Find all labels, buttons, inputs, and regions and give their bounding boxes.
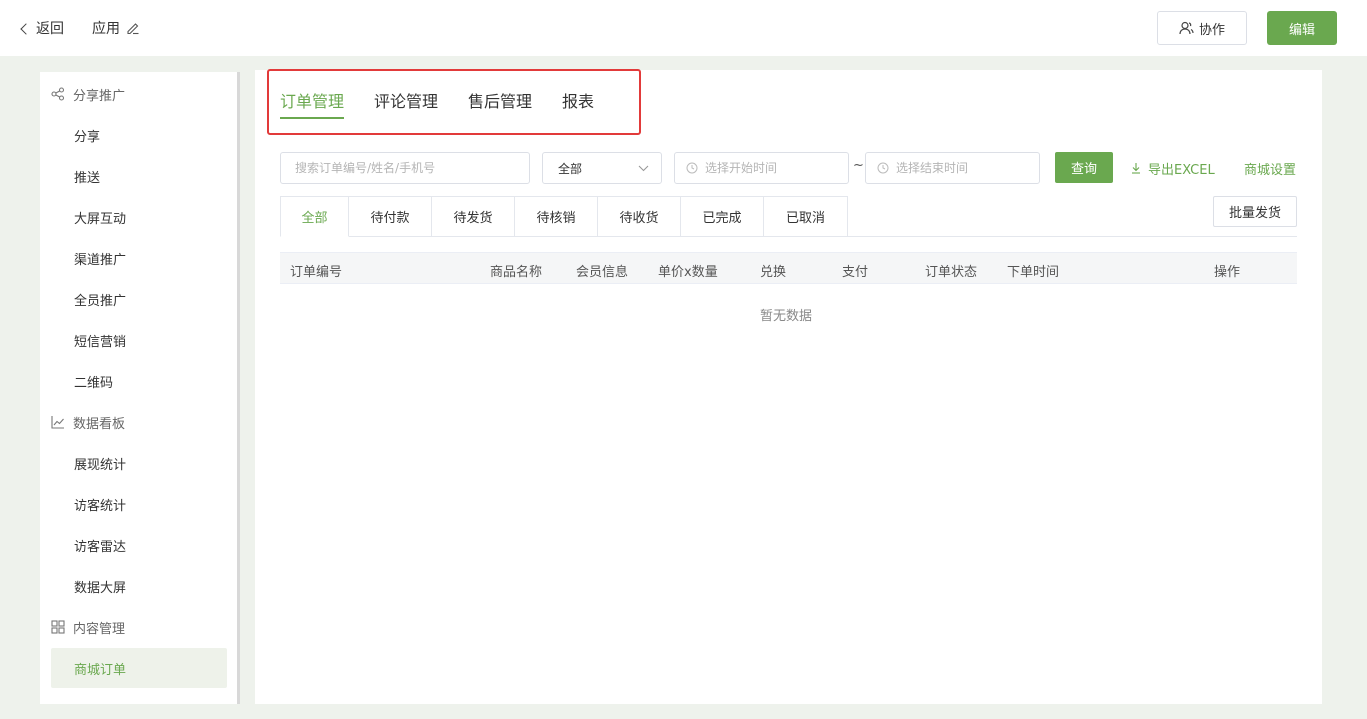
share-icon — [51, 87, 65, 101]
status-tab-label: 全部 — [301, 211, 328, 226]
export-excel-link[interactable]: 导出EXCEL — [1130, 159, 1215, 178]
chevron-down-icon — [638, 165, 649, 171]
status-tab-cancelled[interactable]: 已取消 — [764, 196, 848, 237]
tabs-highlight-box — [267, 69, 641, 135]
sidebar-item-channel-promo[interactable]: 渠道推广 — [51, 238, 227, 278]
collab-label: 协作 — [1198, 22, 1225, 38]
sidebar-group-label: 数据看板 — [73, 416, 126, 432]
status-select-value: 全部 — [558, 161, 583, 176]
status-tab-label: 已取消 — [785, 211, 825, 226]
top-bar: 返回 应用 协作 编辑 — [0, 0, 1367, 56]
status-select[interactable]: 全部 — [542, 152, 662, 184]
column-header: 单价x数量 — [658, 265, 718, 280]
status-tabs: 全部 待付款 待发货 待核销 待收货 已完成 已取消 — [280, 196, 848, 237]
shop-settings-label: 商城设置 — [1244, 163, 1297, 178]
status-tabs-divider — [848, 236, 1297, 237]
clock-icon — [686, 162, 698, 174]
sidebar-item-sms-marketing[interactable]: 短信营销 — [51, 320, 227, 360]
sidebar-item-shop-orders[interactable]: 商城订单 — [51, 648, 227, 688]
status-tab-pending-payment[interactable]: 待付款 — [349, 196, 432, 237]
clock-icon — [877, 162, 889, 174]
grid-icon — [51, 620, 65, 634]
sidebar-item-visitor-stats[interactable]: 访客统计 — [51, 484, 227, 524]
query-label: 查询 — [1070, 162, 1097, 177]
shop-settings-link[interactable]: 商城设置 — [1244, 159, 1297, 178]
sidebar-item-label: 展现统计 — [74, 457, 127, 473]
status-tab-label: 已完成 — [702, 211, 742, 226]
chart-icon — [51, 416, 64, 429]
status-tab-pending-writeoff[interactable]: 待核销 — [515, 196, 598, 237]
back-label: 返回 — [36, 21, 64, 37]
column-header: 兑换 — [760, 265, 787, 280]
sidebar-item-share[interactable]: 分享 — [51, 115, 227, 155]
sidebar-item-data-screen[interactable]: 数据大屏 — [51, 566, 227, 606]
status-tab-label: 待发货 — [453, 211, 493, 226]
sidebar-item-label: 访客统计 — [74, 498, 127, 514]
sidebar-item-label: 二维码 — [74, 375, 114, 391]
sidebar-item-label: 访客雷达 — [74, 539, 127, 555]
column-header: 商品名称 — [490, 265, 543, 280]
sidebar-item-visitor-radar[interactable]: 访客雷达 — [51, 525, 227, 565]
status-tab-pending-shipment[interactable]: 待发货 — [432, 196, 515, 237]
sidebar-item-label: 数据大屏 — [74, 580, 127, 596]
edit-label: 编辑 — [1288, 22, 1315, 38]
table-empty-text: 暂无数据 — [760, 309, 813, 324]
status-tab-label: 待收货 — [619, 211, 659, 226]
column-header: 支付 — [842, 265, 869, 280]
app-title: 应用 — [92, 18, 140, 38]
sidebar-item-staff-promo[interactable]: 全员推广 — [51, 279, 227, 319]
sidebar-group-label: 分享推广 — [73, 88, 126, 104]
sidebar-item-qrcode[interactable]: 二维码 — [51, 361, 227, 401]
search-input[interactable] — [295, 161, 529, 175]
column-header: 下单时间 — [1007, 265, 1060, 280]
sidebar-item-label: 推送 — [74, 170, 101, 186]
search-field[interactable] — [280, 152, 530, 184]
sidebar: 分享推广 分享 推送 大屏互动 渠道推广 全员推广 短信营销 二维码 数据看板 … — [40, 72, 238, 704]
sidebar-item-label: 商城订单 — [74, 662, 127, 678]
sidebar-item-label: 短信营销 — [74, 334, 127, 350]
end-date-field[interactable] — [865, 152, 1040, 184]
query-button[interactable]: 查询 — [1055, 152, 1113, 183]
sidebar-item-screen-interaction[interactable]: 大屏互动 — [51, 197, 227, 237]
edit-pencil-icon[interactable] — [126, 21, 140, 35]
users-icon — [1179, 21, 1194, 35]
start-date-input[interactable] — [705, 161, 848, 175]
column-header: 会员信息 — [576, 265, 629, 280]
sidebar-group-label: 内容管理 — [73, 621, 126, 637]
sidebar-group-share: 分享推广 — [51, 84, 125, 104]
sidebar-item-label: 大屏互动 — [74, 211, 127, 227]
batch-ship-label: 批量发货 — [1228, 206, 1281, 221]
table-header: 订单编号 商品名称 会员信息 单价x数量 兑换 支付 订单状态 下单时间 操作 — [280, 252, 1297, 284]
sidebar-item-label: 分享 — [74, 129, 101, 145]
status-tab-completed[interactable]: 已完成 — [681, 196, 764, 237]
column-header: 操作 — [1214, 265, 1241, 280]
status-tab-all[interactable]: 全部 — [280, 196, 349, 237]
edit-button[interactable]: 编辑 — [1267, 11, 1337, 45]
sidebar-item-push[interactable]: 推送 — [51, 156, 227, 196]
app-title-text: 应用 — [92, 21, 120, 37]
collab-button[interactable]: 协作 — [1157, 11, 1247, 45]
column-header: 订单状态 — [925, 265, 978, 280]
batch-ship-button[interactable]: 批量发货 — [1213, 196, 1297, 227]
status-tab-label: 待付款 — [370, 211, 410, 226]
back-button[interactable]: 返回 — [20, 18, 64, 38]
sidebar-group-dashboard: 数据看板 — [51, 412, 125, 432]
export-label: 导出EXCEL — [1148, 162, 1215, 178]
download-icon — [1132, 163, 1140, 174]
date-range-separator: ~ — [853, 158, 864, 173]
sidebar-scrollbar[interactable] — [237, 72, 240, 704]
end-date-input[interactable] — [896, 161, 1039, 175]
sidebar-group-content: 内容管理 — [51, 617, 125, 637]
chevron-left-icon — [20, 22, 32, 35]
sidebar-item-display-stats[interactable]: 展现统计 — [51, 443, 227, 483]
start-date-field[interactable] — [674, 152, 849, 184]
status-tab-label: 待核销 — [536, 211, 576, 226]
sidebar-item-label: 全员推广 — [74, 293, 127, 309]
sidebar-item-label: 渠道推广 — [74, 252, 127, 268]
status-tab-pending-receipt[interactable]: 待收货 — [598, 196, 681, 237]
column-header: 订单编号 — [290, 265, 343, 280]
